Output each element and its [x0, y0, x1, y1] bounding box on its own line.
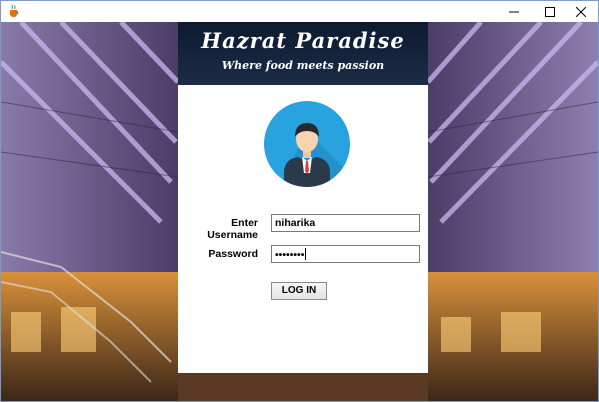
- minimize-icon: [509, 11, 519, 12]
- login-window: Hazrat Paradise Where food meets passion…: [0, 0, 599, 402]
- password-label: Password: [208, 248, 258, 260]
- password-input[interactable]: ••••••••: [271, 245, 420, 263]
- maximize-icon: [545, 6, 555, 17]
- java-cup-icon: [7, 4, 21, 18]
- close-button[interactable]: [564, 1, 598, 22]
- login-panel: Enter Username niharika Password •••••••…: [178, 85, 428, 373]
- password-value: ••••••••: [275, 249, 305, 261]
- username-input[interactable]: niharika: [271, 214, 420, 232]
- close-icon: [576, 6, 586, 17]
- minimize-button[interactable]: [497, 1, 531, 22]
- brand-title: Hazrat Paradise: [201, 28, 405, 53]
- maximize-button[interactable]: [533, 1, 567, 22]
- brand-tagline: Where food meets passion: [221, 59, 385, 72]
- title-bar[interactable]: [1, 1, 598, 22]
- username-label: Enter Username: [207, 217, 258, 241]
- username-value: niharika: [275, 217, 316, 229]
- text-caret: [305, 248, 307, 260]
- user-avatar-icon: [264, 101, 350, 187]
- login-button[interactable]: LOG IN: [271, 282, 327, 300]
- header-banner: Hazrat Paradise Where food meets passion: [178, 22, 428, 85]
